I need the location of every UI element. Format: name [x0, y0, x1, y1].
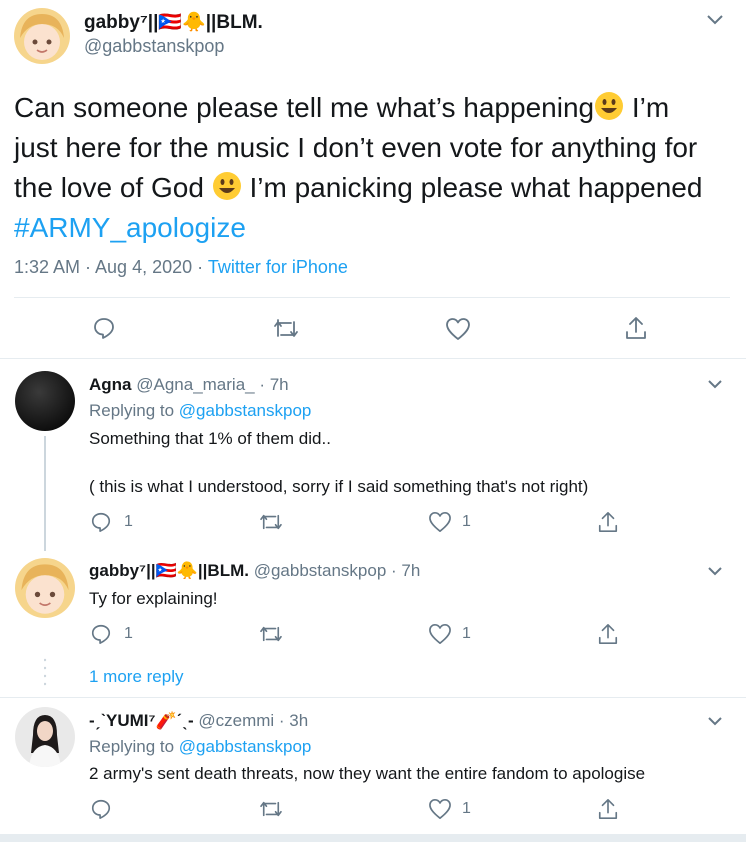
retweet-icon[interactable]	[259, 624, 283, 644]
reply-text-line: Ty for explaining!	[89, 589, 218, 608]
retweet-icon[interactable]	[259, 512, 283, 532]
reply-icon[interactable]	[92, 316, 116, 340]
replying-prefix: Replying to	[89, 401, 179, 420]
tweet-meta: 1:32 AM · Aug 4, 2020 · Twitter for iPho…	[14, 257, 348, 278]
retweet-icon[interactable]	[259, 799, 283, 819]
reply-display-name[interactable]: -ˏˋYUMI⁷🧨ˊˎ-	[89, 711, 194, 730]
replying-mention-link[interactable]: @gabbstanskpop	[179, 401, 312, 420]
reply-text-line: Something that 1% of them did..	[89, 429, 331, 448]
like-count: 1	[462, 800, 471, 817]
like-icon[interactable]	[428, 511, 452, 533]
main-tweet-text: Can someone please tell me what’s happen…	[14, 88, 714, 248]
like-count: 1	[462, 625, 471, 642]
main-avatar[interactable]	[14, 8, 70, 64]
main-display-name[interactable]: gabby⁷||🇵🇷🐥||BLM.	[84, 10, 263, 34]
show-more-replies-link[interactable]: 1 more reply	[89, 667, 183, 687]
like-icon[interactable]	[428, 623, 452, 645]
tweet-timestamp[interactable]: 1:32 AM · Aug 4, 2020 ·	[14, 257, 208, 277]
like-icon[interactable]	[428, 798, 452, 820]
chevron-down-icon[interactable]	[707, 716, 723, 726]
hashtag-link[interactable]: #ARMY_apologize	[14, 212, 246, 243]
share-icon[interactable]	[624, 315, 648, 341]
reply-count: 1	[124, 513, 133, 530]
thread-dots	[43, 658, 47, 697]
divider	[0, 358, 746, 359]
reply-icon[interactable]	[90, 511, 112, 533]
main-text-part1: Can someone please tell me what’s happen…	[14, 92, 595, 123]
replying-to: Replying to @gabbstanskpop	[89, 737, 311, 757]
reply-display-name[interactable]: Agna	[89, 375, 132, 394]
smiley-emoji-icon	[212, 171, 242, 201]
reply-handle[interactable]: @gabbstanskpop	[254, 561, 387, 580]
reply-age[interactable]: · 7h	[255, 375, 288, 394]
reply-avatar[interactable]	[15, 371, 75, 431]
replying-prefix: Replying to	[89, 737, 179, 756]
reply-count: 1	[124, 625, 133, 642]
reply-age[interactable]: · 7h	[386, 561, 420, 580]
share-icon[interactable]	[597, 797, 619, 821]
reply-header: -ˏˋYUMI⁷🧨ˊˎ- @czemmi · 3h	[89, 711, 308, 731]
bottom-divider	[0, 834, 746, 842]
thread-line	[44, 436, 46, 551]
share-icon[interactable]	[597, 510, 619, 534]
retweet-icon[interactable]	[273, 318, 299, 340]
like-icon[interactable]	[445, 317, 471, 341]
share-icon[interactable]	[597, 622, 619, 646]
reply-handle[interactable]: @czemmi	[198, 711, 274, 730]
reply-avatar[interactable]	[15, 707, 75, 767]
reply-display-name[interactable]: gabby⁷||🇵🇷🐥||BLM.	[89, 561, 249, 580]
reply-header: Agna @Agna_maria_ · 7h	[89, 375, 289, 395]
main-handle[interactable]: @gabbstanskpop	[84, 36, 224, 57]
chevron-down-icon[interactable]	[707, 566, 723, 576]
chevron-down-icon[interactable]	[707, 379, 723, 389]
replying-mention-link[interactable]: @gabbstanskpop	[179, 737, 312, 756]
like-count: 1	[462, 513, 471, 530]
replying-to: Replying to @gabbstanskpop	[89, 401, 311, 421]
main-text-part3: I’m panicking please what happened	[241, 172, 703, 203]
tweet-source-link[interactable]: Twitter for iPhone	[208, 257, 348, 277]
reply-text-line: ( this is what I understood, sorry if I …	[89, 477, 589, 496]
smiley-emoji-icon	[594, 91, 624, 121]
chevron-down-icon[interactable]	[706, 14, 724, 26]
reply-text-line: 2 army's sent death threats, now they wa…	[89, 764, 646, 783]
reply-avatar[interactable]	[15, 558, 75, 618]
reply-header: gabby⁷||🇵🇷🐥||BLM. @gabbstanskpop · 7h	[89, 561, 420, 581]
reply-icon[interactable]	[90, 623, 112, 645]
divider	[0, 697, 746, 698]
reply-icon[interactable]	[90, 798, 112, 820]
reply-age[interactable]: · 3h	[274, 711, 308, 730]
reply-handle[interactable]: @Agna_maria_	[136, 375, 254, 394]
divider	[14, 297, 730, 298]
